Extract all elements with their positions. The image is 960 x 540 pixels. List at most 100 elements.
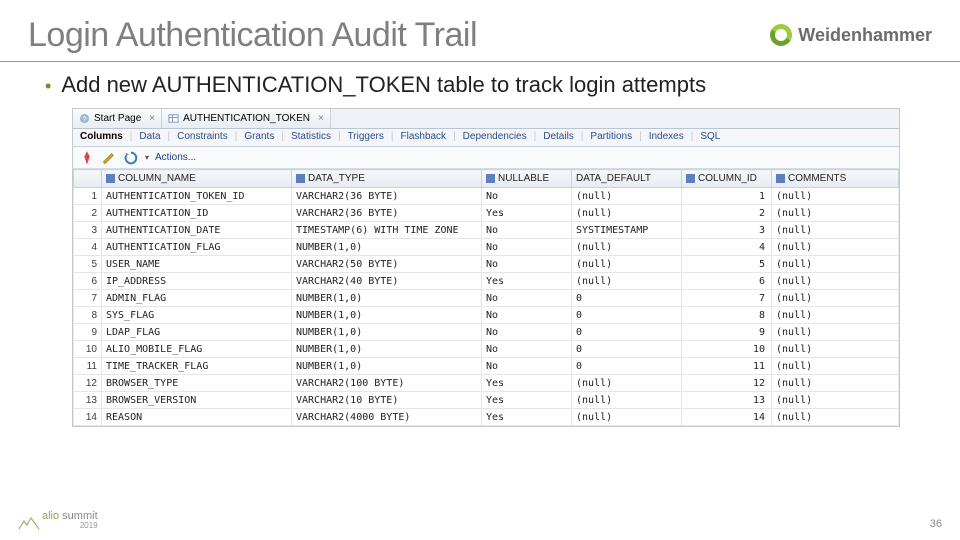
table-row[interactable]: 10ALIO_MOBILE_FLAGNUMBER(1,0)No010(null) (74, 341, 899, 358)
cell-column-id: 14 (682, 409, 772, 426)
cell-comments: (null) (772, 222, 899, 239)
cell-nullable: Yes (482, 409, 572, 426)
cell-column-name: SYS_FLAG (102, 307, 292, 324)
cell-data-type: VARCHAR2(100 BYTE) (292, 375, 482, 392)
view-tab-statistics[interactable]: Statistics (284, 129, 338, 146)
col-header-label: COLUMN_NAME (118, 173, 196, 184)
table-row[interactable]: 1 AUTHENTICATION_TOKEN_IDVARCHAR2(36 BYTE… (74, 188, 899, 205)
table-row[interactable]: 12BROWSER_TYPEVARCHAR2(100 BYTE)Yes(null… (74, 375, 899, 392)
table-row[interactable]: 13BROWSER_VERSIONVARCHAR2(10 BYTE)Yes(nu… (74, 392, 899, 409)
col-header-id[interactable]: COLUMN_ID (682, 170, 772, 188)
row-number: 5 (74, 256, 102, 273)
view-tab-partitions[interactable]: Partitions (583, 129, 639, 146)
col-header-comments[interactable]: COMMENTS (772, 170, 899, 188)
cell-comments: (null) (772, 341, 899, 358)
cell-column-id: 6 (682, 273, 772, 290)
cell-column-id: 13 (682, 392, 772, 409)
actions-link[interactable]: Actions... (155, 152, 196, 163)
cell-data-type: VARCHAR2(4000 BYTE) (292, 409, 482, 426)
close-icon[interactable]: × (149, 113, 155, 124)
row-number: 9 (74, 324, 102, 341)
sort-icon (686, 174, 695, 183)
footer-year: 2019 (42, 522, 98, 530)
cell-default: (null) (572, 188, 682, 205)
cell-nullable: No (482, 188, 572, 205)
cell-data-type: VARCHAR2(36 BYTE) (292, 205, 482, 222)
cell-column-id: 3 (682, 222, 772, 239)
table-row[interactable]: 3AUTHENTICATION_DATETIMESTAMP(6) WITH TI… (74, 222, 899, 239)
row-number: 13 (74, 392, 102, 409)
row-number: 3 (74, 222, 102, 239)
table-row[interactable]: 11TIME_TRACKER_FLAGNUMBER(1,0)No011(null… (74, 358, 899, 375)
view-tab-constraints[interactable]: Constraints (170, 129, 235, 146)
view-tab-data[interactable]: Data (132, 129, 167, 146)
cell-comments: (null) (772, 358, 899, 375)
view-tab-columns[interactable]: Columns (73, 129, 130, 146)
col-header-name[interactable]: COLUMN_NAME (102, 170, 292, 188)
col-header-rownum[interactable] (74, 170, 102, 188)
cell-comments: (null) (772, 307, 899, 324)
view-tab-grants[interactable]: Grants (237, 129, 281, 146)
bullet-dot-icon: • (45, 72, 51, 100)
cell-data-type: VARCHAR2(40 BYTE) (292, 273, 482, 290)
cell-default: 0 (572, 341, 682, 358)
cell-column-id: 2 (682, 205, 772, 222)
cell-default: (null) (572, 239, 682, 256)
refresh-icon[interactable] (123, 150, 139, 166)
table-row[interactable]: 4AUTHENTICATION_FLAGNUMBER(1,0)No(null)4… (74, 239, 899, 256)
col-header-type[interactable]: DATA_TYPE (292, 170, 482, 188)
table-row[interactable]: 2AUTHENTICATION_IDVARCHAR2(36 BYTE)Yes(n… (74, 205, 899, 222)
cell-default: (null) (572, 392, 682, 409)
row-number: 10 (74, 341, 102, 358)
table-row[interactable]: 5USER_NAMEVARCHAR2(50 BYTE)No(null)5(nul… (74, 256, 899, 273)
view-tab-details[interactable]: Details (536, 129, 581, 146)
columns-grid: COLUMN_NAME DATA_TYPE NULLABLE DATA_DEFA… (73, 169, 899, 426)
table-row[interactable]: 14REASONVARCHAR2(4000 BYTE)Yes(null)14(n… (74, 409, 899, 426)
table-row[interactable]: 6IP_ADDRESSVARCHAR2(40 BYTE)Yes(null)6(n… (74, 273, 899, 290)
cell-column-name: IP_ADDRESS (102, 273, 292, 290)
col-header-nullable[interactable]: NULLABLE (482, 170, 572, 188)
cell-comments: (null) (772, 273, 899, 290)
cell-nullable: Yes (482, 273, 572, 290)
cell-data-type: NUMBER(1,0) (292, 307, 482, 324)
cell-column-name: AUTHENTICATION_TOKEN_ID (102, 188, 292, 205)
cell-default: 0 (572, 358, 682, 375)
cell-default: (null) (572, 375, 682, 392)
cell-default: (null) (572, 273, 682, 290)
row-number: 14 (74, 409, 102, 426)
row-number: 8 (74, 307, 102, 324)
cell-data-type: NUMBER(1,0) (292, 290, 482, 307)
col-header-default[interactable]: DATA_DEFAULT (572, 170, 682, 188)
cell-comments: (null) (772, 188, 899, 205)
sort-icon (296, 174, 305, 183)
edit-icon[interactable] (101, 150, 117, 166)
pin-icon[interactable] (79, 150, 95, 166)
tab-authentication-token[interactable]: AUTHENTICATION_TOKEN × (162, 109, 331, 128)
col-header-label: COLUMN_ID (698, 173, 757, 184)
view-tab-triggers[interactable]: Triggers (341, 129, 391, 146)
tab-start-page[interactable]: ? Start Page × (73, 109, 162, 128)
view-tab-flashback[interactable]: Flashback (393, 129, 453, 146)
table-row[interactable]: 7ADMIN_FLAGNUMBER(1,0)No07(null) (74, 290, 899, 307)
table-row[interactable]: 9LDAP_FLAGNUMBER(1,0)No09(null) (74, 324, 899, 341)
page-number: 36 (930, 518, 942, 530)
view-tab-dependencies[interactable]: Dependencies (456, 129, 534, 146)
view-tab-sql[interactable]: SQL (693, 129, 727, 146)
cell-nullable: No (482, 239, 572, 256)
cell-data-type: VARCHAR2(10 BYTE) (292, 392, 482, 409)
row-number: 4 (74, 239, 102, 256)
cell-column-id: 1 (682, 188, 772, 205)
sort-icon (486, 174, 495, 183)
cell-comments: (null) (772, 205, 899, 222)
cell-data-type: VARCHAR2(36 BYTE) (292, 188, 482, 205)
close-icon[interactable]: × (318, 113, 324, 124)
view-tab-indexes[interactable]: Indexes (642, 129, 691, 146)
cell-comments: (null) (772, 375, 899, 392)
footer-logo: alio summit 2019 (18, 511, 98, 530)
cell-default: (null) (572, 256, 682, 273)
col-header-label: DATA_TYPE (308, 173, 365, 184)
cell-column-name: BROWSER_TYPE (102, 375, 292, 392)
tab-label: Start Page (94, 113, 141, 124)
table-row[interactable]: 8SYS_FLAGNUMBER(1,0)No08(null) (74, 307, 899, 324)
chevron-down-icon[interactable]: ▾ (145, 153, 149, 162)
